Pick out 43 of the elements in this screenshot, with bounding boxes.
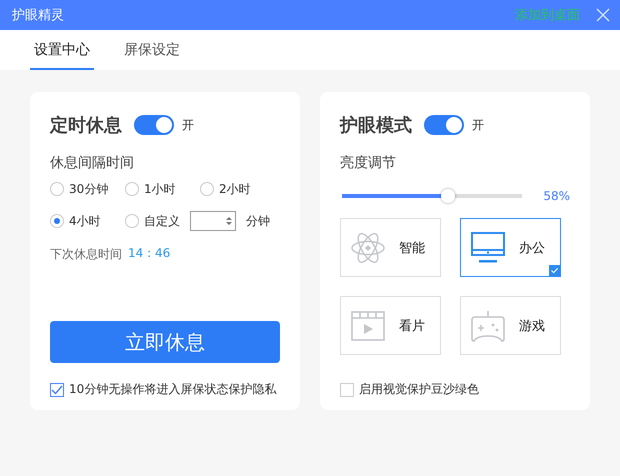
radio-button[interactable]	[50, 214, 64, 228]
mode-tile[interactable]: 看片	[340, 296, 441, 355]
minutes-input[interactable]	[190, 211, 236, 231]
window-title: 护眼精灵	[12, 7, 65, 24]
mode-tile[interactable]: 办公	[460, 218, 561, 277]
unit-label: 分钟	[246, 212, 270, 230]
radio-button[interactable]	[125, 182, 139, 196]
gamepad-icon	[471, 310, 505, 342]
brightness-label: 亮度调节	[340, 154, 397, 172]
monitor-icon	[471, 230, 505, 264]
slider-handle[interactable]	[440, 189, 455, 203]
switch-label: 开	[472, 116, 484, 134]
mode-tile[interactable]: 智能	[340, 218, 441, 277]
toggle-switch[interactable]	[424, 115, 464, 135]
radio-button[interactable]	[125, 214, 139, 228]
close-icon[interactable]	[596, 8, 610, 22]
radio-label[interactable]: 自定义	[144, 212, 180, 230]
tab[interactable]: 设置中心	[30, 30, 94, 70]
spinner-icon[interactable]	[226, 216, 232, 226]
tab[interactable]: 屏保设定	[120, 30, 184, 70]
radio-button[interactable]	[50, 182, 64, 196]
section-title: 定时休息	[50, 114, 122, 137]
radio-button[interactable]	[200, 182, 214, 196]
checkbox-label[interactable]: 启用视觉保护豆沙绿色	[359, 381, 479, 398]
rest-now-button[interactable]: 立即休息	[50, 321, 280, 363]
checkbox-label[interactable]: 10分钟无操作将进入屏保状态保护隐私	[69, 381, 276, 398]
check-mark-icon	[549, 265, 560, 276]
brightness-value: 58%	[543, 189, 570, 203]
atom-icon	[351, 230, 385, 264]
radio-label[interactable]: 30分钟	[69, 180, 108, 198]
radio-label[interactable]: 2小时	[219, 180, 251, 198]
radio-label[interactable]: 1小时	[144, 180, 176, 198]
switch-label: 开	[182, 116, 194, 134]
checkbox[interactable]	[340, 382, 354, 396]
section-title: 护眼模式	[340, 114, 412, 137]
next-rest-time: 14 : 46	[128, 246, 170, 262]
toggle-switch[interactable]	[134, 115, 174, 135]
interval-label: 休息间隔时间	[50, 154, 135, 172]
next-rest-label: 下次休息时间	[50, 246, 122, 263]
checkbox[interactable]	[50, 382, 64, 396]
video-icon	[351, 310, 385, 340]
mode-tile[interactable]: 游戏	[460, 296, 561, 355]
radio-label[interactable]: 4小时	[69, 212, 101, 230]
